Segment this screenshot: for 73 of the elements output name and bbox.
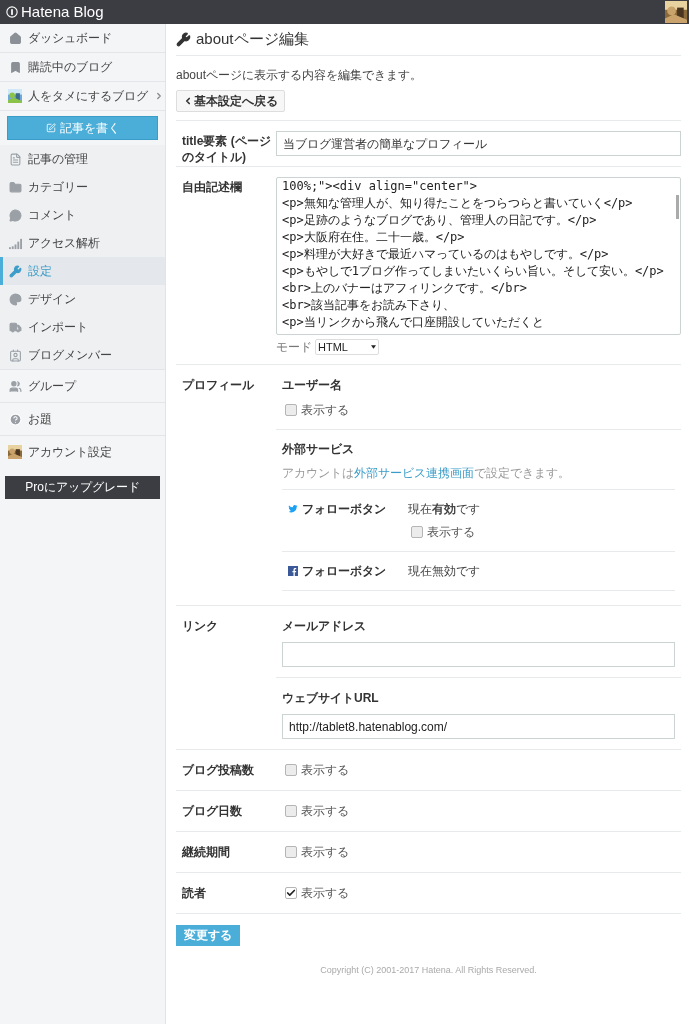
checkbox-label: 表示する	[301, 402, 349, 419]
chevron-right-icon	[154, 91, 164, 101]
field-label: リンク	[182, 618, 219, 634]
checkbox[interactable]	[411, 526, 423, 538]
sidebar-item[interactable]: お題	[0, 405, 165, 433]
field-label: title要素 (ページのタイトル)	[182, 133, 272, 165]
service-label: フォローボタン	[302, 563, 386, 580]
copyright-text: Copyright (C) 2001-2017 Hatena. All Rights Reserved.	[319, 964, 538, 977]
logo-icon	[6, 6, 18, 18]
logo-text[interactable]: Hatena Blog	[21, 0, 104, 24]
wrench-icon	[8, 264, 22, 278]
section-heading: ウェブサイトURL	[282, 690, 380, 707]
edit-icon	[45, 123, 56, 133]
sidebar-item[interactable]: アカウント設定	[0, 438, 165, 466]
sidebar-item[interactable]: インポート	[0, 313, 165, 341]
signal-bars-icon	[8, 236, 22, 250]
field-label: 読者	[182, 885, 207, 901]
sidebar-item[interactable]: アクセス解析	[0, 229, 165, 257]
checkbox-label: 表示する	[301, 803, 349, 820]
bookmark-icon	[8, 60, 22, 74]
field-label: 自由記述欄	[182, 179, 243, 195]
sidebar-item[interactable]: グループ	[0, 372, 165, 400]
sidebar-item[interactable]: ダッシュボード	[0, 24, 165, 52]
mode-label: モード	[276, 339, 312, 356]
sidebar-item[interactable]: カテゴリー	[0, 173, 165, 201]
html-textarea[interactable]: 100%;"><div align="center"> <p>無知な管理人が、知り得たことをつらつらと書いていく</p> <p>足跡のようなブログであり、管理人の日記です。</p> <p>大阪府在住。二十一歳。</p> <p>料理が大好きで最近ハマっているのはもやしです。</p> <p>もやしで1ブログ作ってしまいたいくらい旨い。そして安い。</p> <br>上のバナーはアフィリンクです。</br> <br>該当記事をお読み下さり、 <p>当リンクから飛んで口座開設していただくと	[276, 177, 681, 335]
folder-icon	[8, 180, 22, 194]
field-label: ブログ日数	[182, 803, 243, 819]
question-bubble-icon	[8, 412, 22, 426]
email-input[interactable]	[282, 642, 675, 667]
speech-bubble-icon	[8, 208, 22, 222]
sidebar-item[interactable]: コメント	[0, 201, 165, 229]
mode-select[interactable]: HTML	[315, 339, 379, 355]
page-description: aboutページに表示する内容を編集できます。	[176, 67, 424, 84]
checkbox[interactable]	[285, 887, 297, 899]
bird-icon	[288, 504, 298, 514]
title-input[interactable]: 当ブログ運営者の簡単なプロフィール	[276, 131, 681, 156]
sidebar-item[interactable]: 購読中のブログ	[0, 53, 165, 81]
scrollbar-thumb[interactable]	[676, 195, 679, 219]
field-label: 継続期間	[182, 844, 231, 860]
sidebar-item[interactable]: デザイン	[0, 285, 165, 313]
checkbox[interactable]	[285, 764, 297, 776]
field-label: プロフィール	[182, 377, 255, 393]
upgrade-button[interactable]: Proにアップグレード	[5, 475, 160, 499]
checkbox[interactable]	[285, 404, 297, 416]
chevron-left-icon	[183, 96, 193, 106]
checkbox-label: 表示する	[301, 844, 349, 861]
wrench-icon	[176, 32, 191, 47]
checkbox[interactable]	[285, 846, 297, 858]
contact-card-icon	[8, 348, 22, 362]
sidebar-item[interactable]: 人をタメにするブログ	[0, 82, 165, 110]
sidebar-item[interactable]: 記事の管理	[0, 145, 165, 173]
home-icon	[8, 31, 22, 45]
back-button[interactable]: 基本設定へ戻る	[176, 90, 285, 112]
document-icon	[8, 152, 22, 166]
help-text: アカウントは外部サービス連携画面で設定できます。	[282, 464, 675, 490]
facebook-f-icon	[288, 566, 298, 576]
section-heading: 外部サービス	[282, 441, 355, 458]
field-label: ブログ投稿数	[182, 762, 255, 778]
page-title: aboutページ編集	[196, 29, 309, 50]
section-heading: メールアドレス	[282, 618, 367, 635]
dropdown-caret-icon	[371, 345, 376, 349]
people-icon	[8, 379, 22, 393]
service-label: フォローボタン	[302, 501, 386, 518]
checkbox[interactable]	[285, 805, 297, 817]
sidebar-item[interactable]: ブログメンバー	[0, 341, 165, 369]
service-status: 現在無効です	[408, 563, 480, 580]
website-input[interactable]: http://tablet8.hatenablog.com/	[282, 714, 675, 739]
checkbox-label: 表示する	[301, 762, 349, 779]
checkbox-label: 表示する	[427, 524, 475, 541]
checkbox-label: 表示する	[301, 885, 349, 902]
section-heading: ユーザー名	[282, 377, 343, 394]
service-status: 現在有効です	[408, 501, 480, 518]
